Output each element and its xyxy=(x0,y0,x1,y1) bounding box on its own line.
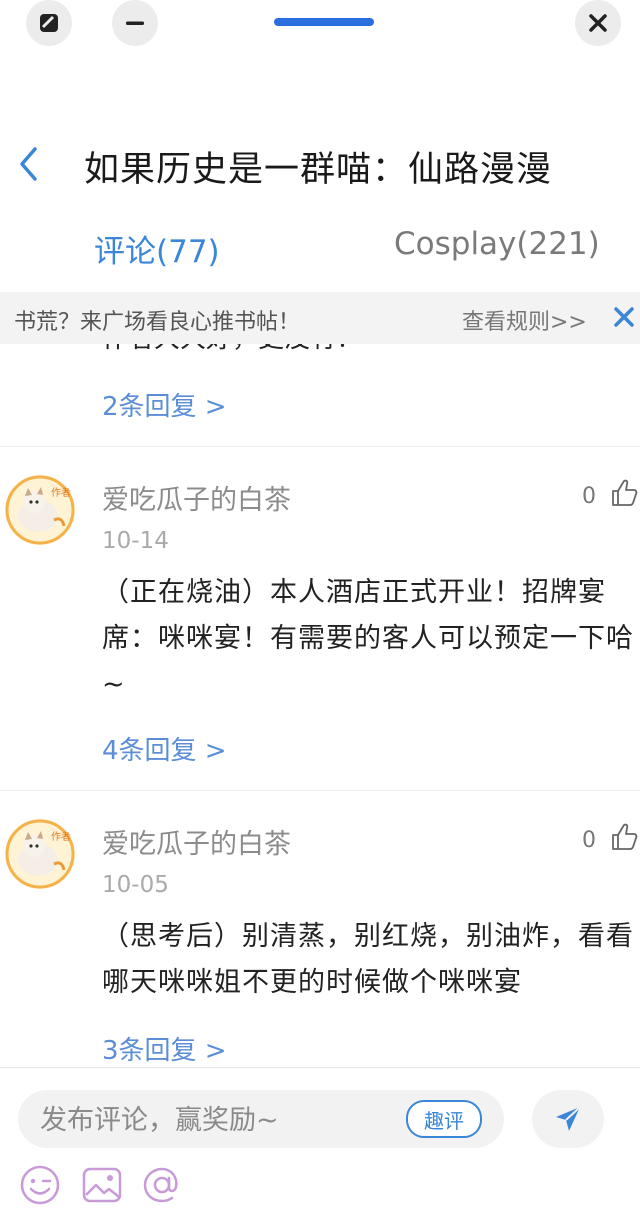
send-button[interactable] xyxy=(532,1090,604,1148)
cat-avatar-icon: 作者 xyxy=(5,475,75,545)
emoji-icon[interactable] xyxy=(18,1163,62,1207)
divider xyxy=(0,790,640,791)
minimize-button[interactable] xyxy=(112,0,158,46)
replies-link[interactable]: 4条回复 > xyxy=(102,730,227,767)
tab-cosplay[interactable]: Cosplay(221) xyxy=(394,226,600,262)
drag-handle[interactable] xyxy=(274,18,374,26)
author-badge-icon-text: 作者 xyxy=(51,831,71,843)
quping-button[interactable]: 趣评 xyxy=(406,1100,482,1138)
view-rules-link[interactable]: 查看规则>> xyxy=(462,304,587,336)
replies-link[interactable]: 3条回复 > xyxy=(102,1030,227,1066)
comment-date: 10-05 xyxy=(102,872,169,898)
tab-comments[interactable]: 评论(77) xyxy=(94,226,220,271)
comment-text: （思考后）别清蒸，别红烧，别油炸，看看哪天咪咪姐不更的时候做个咪咪宴 xyxy=(102,921,634,998)
replies-link[interactable]: 2条回复 > xyxy=(102,386,227,423)
comment-text-clipped: 作者大大好，更没有！ xyxy=(102,344,362,355)
comment-text: （正在烧油）本人酒店正式开业！招牌宴席：咪咪宴！有需要的客人可以预定一下哈 ~ xyxy=(102,577,634,700)
floating-window-button[interactable] xyxy=(26,0,72,46)
author-badge-icon-text: 作者 xyxy=(51,487,71,499)
close-window-button[interactable] xyxy=(575,0,621,46)
at-mention-icon[interactable] xyxy=(140,1163,184,1207)
thumbs-up-icon[interactable] xyxy=(610,822,640,852)
minimize-icon xyxy=(126,21,144,25)
cat-avatar-icon: 作者 xyxy=(5,819,75,889)
like-count: 0 xyxy=(582,484,596,509)
promo-banner[interactable]: 书荒？来广场看良心推书帖！ 查看规则>> xyxy=(0,292,640,344)
back-button[interactable] xyxy=(8,142,48,186)
send-icon xyxy=(556,1106,581,1131)
divider xyxy=(0,1067,640,1068)
avatar[interactable]: 作者 xyxy=(4,474,76,546)
comment-list[interactable]: 作者大大好，更没有！ 2条回复 > 作者 爱吃瓜子的白茶 10-14 0 （正在… xyxy=(0,344,640,1066)
comment-date: 10-14 xyxy=(102,528,169,554)
page-title: 如果历史是一群喵：仙路漫漫 xyxy=(84,150,553,190)
banner-close-icon[interactable] xyxy=(612,305,636,329)
chevron-left-icon xyxy=(20,147,37,181)
comment-input-box[interactable]: 趣评 xyxy=(18,1090,504,1150)
comment-input[interactable] xyxy=(38,1090,402,1150)
comment-username[interactable]: 爱吃瓜子的白茶 xyxy=(102,478,291,517)
comment-username[interactable]: 爱吃瓜子的白茶 xyxy=(102,822,291,861)
image-icon[interactable] xyxy=(80,1163,124,1207)
resize-icon xyxy=(40,14,58,32)
divider xyxy=(0,446,640,447)
thumbs-up-icon[interactable] xyxy=(610,478,640,508)
banner-text[interactable]: 书荒？来广场看良心推书帖！ xyxy=(14,304,300,336)
close-icon xyxy=(589,14,607,32)
avatar[interactable]: 作者 xyxy=(4,818,76,890)
like-count: 0 xyxy=(582,828,596,853)
